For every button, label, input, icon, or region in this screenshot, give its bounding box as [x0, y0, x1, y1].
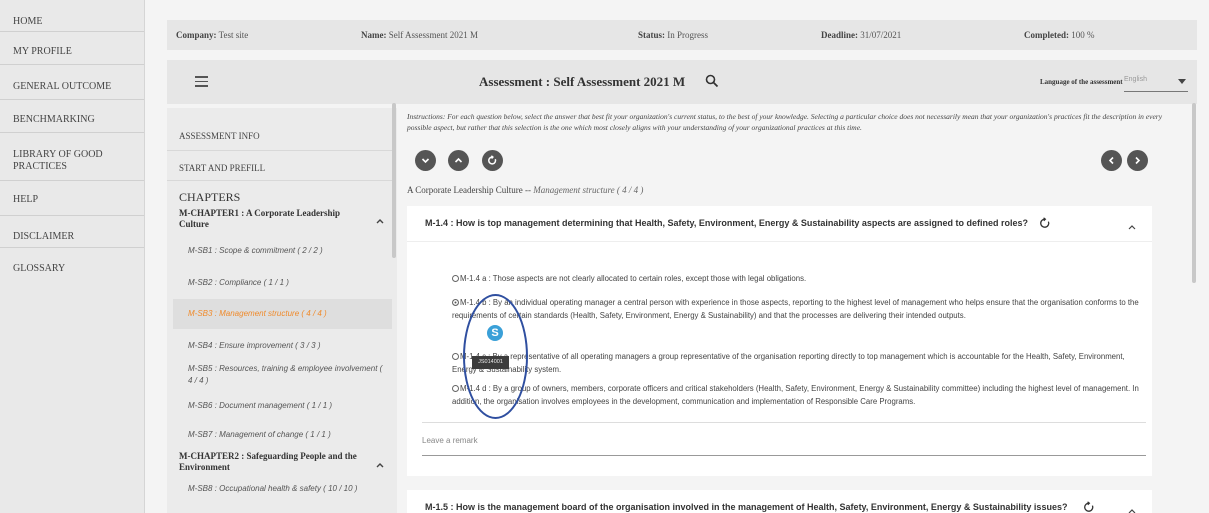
- breadcrumb: A Corporate Leadership Culture -- Manage…: [407, 185, 644, 195]
- next-question-button[interactable]: [415, 150, 436, 171]
- chapters-sidebar: ASSESSMENT INFO START AND PREFILL CHAPTE…: [167, 108, 397, 513]
- answer-option-c[interactable]: M-1.4 c : By a representative of all ope…: [452, 350, 1142, 376]
- chevron-up-icon[interactable]: [375, 457, 385, 468]
- company-info: Company: Test site: [176, 30, 249, 40]
- answer-option-a[interactable]: M-1.4 a : Those aspects are not clearly …: [452, 272, 1142, 285]
- nav-disclaimer[interactable]: DISCLAIMER: [0, 216, 144, 248]
- reset-button[interactable]: [482, 150, 503, 171]
- chapter-1[interactable]: M-CHAPTER1 : A Corporate Leadership Cult…: [179, 208, 359, 230]
- previous-section-button[interactable]: [1101, 150, 1122, 171]
- deadline-info: Deadline: 31/07/2021: [821, 30, 902, 40]
- search-icon[interactable]: [705, 74, 719, 88]
- page-title: Assessment : Self Assessment 2021 M: [479, 74, 686, 89]
- sub-chapter-sb4[interactable]: M-SB4 : Ensure improvement ( 3 / 3 ): [188, 340, 388, 352]
- title-bar: Assessment : Self Assessment 2021 M Lang…: [167, 60, 1197, 104]
- divider: [422, 422, 1146, 423]
- nav-benchmarking[interactable]: BENCHMARKING: [0, 100, 144, 133]
- left-navigation: HOME MY PROFILE GENERAL OUTCOME BENCHMAR…: [0, 0, 145, 513]
- chevron-down-icon: [1178, 79, 1186, 84]
- annotation-oval: [463, 294, 528, 419]
- sub-chapter-sb3[interactable]: M-SB3 : Management structure ( 4 / 4 ): [188, 308, 388, 320]
- menu-icon[interactable]: [195, 76, 208, 87]
- assessment-info-bar: Company: Test site Name: Self Assessment…: [167, 20, 1197, 50]
- divider: [167, 150, 392, 151]
- remark-field[interactable]: Leave a remark: [422, 432, 1146, 456]
- chapter-2[interactable]: M-CHAPTER2 : Safeguarding People and the…: [179, 451, 359, 473]
- main-area: Company: Test site Name: Self Assessment…: [150, 8, 1209, 513]
- question-header[interactable]: M-1.4 : How is top management determinin…: [407, 206, 1152, 242]
- name-info: Name: Self Assessment 2021 M: [361, 30, 479, 40]
- undo-icon[interactable]: [1039, 216, 1051, 228]
- nav-home[interactable]: HOME: [0, 0, 144, 32]
- sub-chapter-sb2[interactable]: M-SB2 : Compliance ( 1 / 1 ): [188, 277, 388, 289]
- question-title: M-1.5 : How is the management board of t…: [425, 502, 1068, 512]
- nav-general-outcome[interactable]: GENERAL OUTCOME: [0, 65, 144, 100]
- nav-library-of-good-practices[interactable]: LIBRARY OF GOOD PRACTICES: [0, 133, 144, 181]
- completed-info: Completed: 100 %: [1024, 30, 1095, 40]
- sidebar-start-prefill[interactable]: START AND PREFILL: [179, 163, 265, 173]
- chapters-heading: CHAPTERS: [179, 190, 241, 204]
- sub-chapter-sb7[interactable]: M-SB7 : Management of change ( 1 / 1 ): [188, 429, 388, 441]
- radio-button[interactable]: [452, 385, 459, 392]
- question-title: M-1.4 : How is top management determinin…: [425, 218, 1028, 228]
- nav-glossary[interactable]: GLOSSARY: [0, 248, 144, 280]
- question-card-m15: M-1.5 : How is the management board of t…: [407, 490, 1152, 513]
- question-panel: Instructions: For each question below, s…: [405, 108, 1190, 513]
- radio-button-selected[interactable]: [452, 299, 459, 306]
- nav-help[interactable]: HELP: [0, 181, 144, 216]
- status-info: Status: In Progress: [638, 30, 709, 40]
- language-select[interactable]: English: [1124, 72, 1188, 92]
- nav-my-profile[interactable]: MY PROFILE: [0, 32, 144, 65]
- language-value: English: [1124, 76, 1147, 83]
- instructions-text: Instructions: For each question below, s…: [407, 112, 1163, 132]
- previous-question-button[interactable]: [448, 150, 469, 171]
- radio-button[interactable]: [452, 275, 459, 282]
- sub-chapter-sb1[interactable]: M-SB1 : Scope & commitment ( 2 / 2 ): [188, 245, 388, 257]
- language-label: Language of the assessment: [1040, 78, 1123, 86]
- answer-option-d[interactable]: M-1.4 d : By a group of owners, members,…: [452, 382, 1142, 408]
- main-scrollbar[interactable]: [1192, 103, 1196, 283]
- chevron-up-icon[interactable]: [1127, 219, 1137, 230]
- sub-chapter-sb6[interactable]: M-SB6 : Document management ( 1 / 1 ): [188, 400, 388, 412]
- sub-chapter-sb5[interactable]: M-SB5 : Resources, training & employee i…: [188, 363, 388, 387]
- radio-button[interactable]: [452, 353, 459, 360]
- chevron-up-icon[interactable]: [375, 213, 385, 224]
- chevron-up-icon[interactable]: [1127, 503, 1137, 513]
- answer-option-b[interactable]: M-1.4 b : By an individual operating man…: [452, 296, 1142, 322]
- question-header[interactable]: M-1.5 : How is the management board of t…: [407, 490, 1152, 513]
- divider: [167, 180, 392, 181]
- next-section-button[interactable]: [1127, 150, 1148, 171]
- sub-chapter-sb8[interactable]: M-SB8 : Occupational health & safety ( 1…: [188, 483, 388, 495]
- sidebar-assessment-info[interactable]: ASSESSMENT INFO: [179, 131, 260, 141]
- sidebar-scrollbar[interactable]: [392, 103, 396, 258]
- undo-icon[interactable]: [1083, 500, 1095, 512]
